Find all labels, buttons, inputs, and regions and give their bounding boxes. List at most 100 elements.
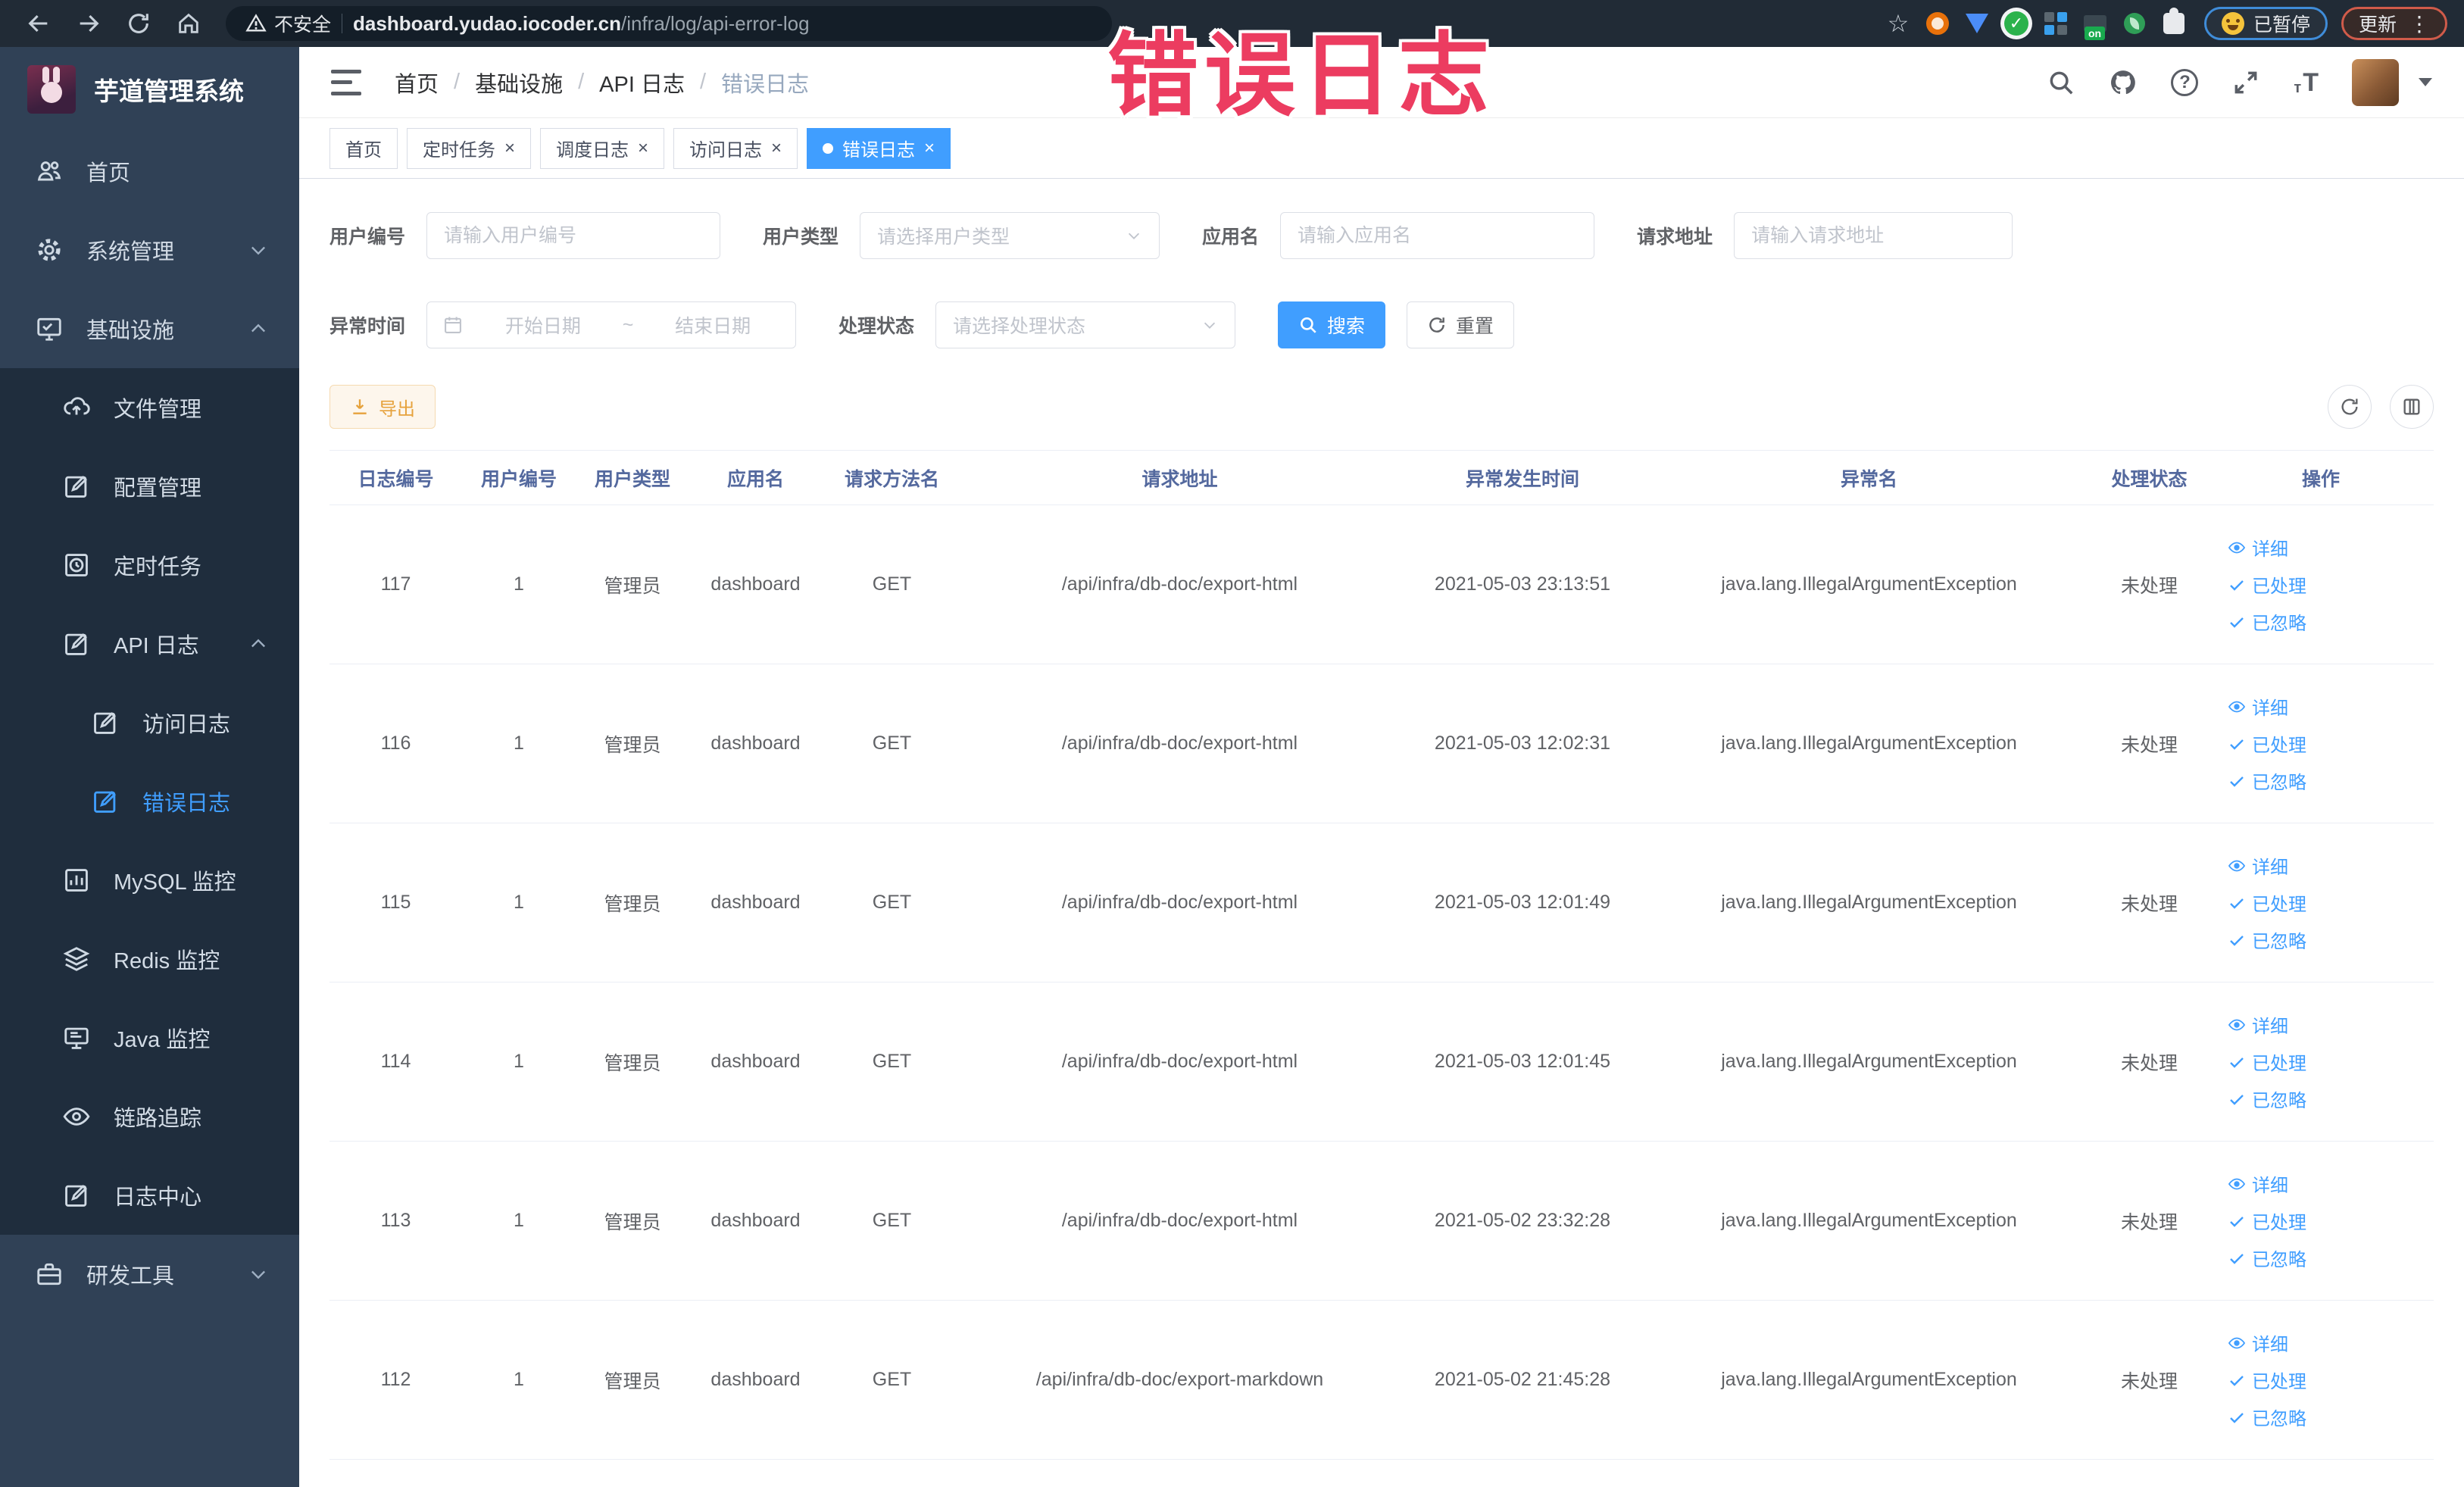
- sidebar-item-dev-tools[interactable]: 研发工具: [0, 1235, 299, 1314]
- sidebar-item-redis-monitor[interactable]: Redis 监控: [0, 920, 299, 998]
- browser-menu-icon[interactable]: ⋮: [2409, 11, 2430, 36]
- table-header-row: 日志编号 用户编号 用户类型 应用名 请求方法名 请求地址 异常发生时间 异常名…: [329, 450, 2434, 505]
- user-id-label: 用户编号: [329, 226, 406, 248]
- user-id-input[interactable]: [426, 212, 721, 259]
- extension-leaf-icon[interactable]: [2118, 7, 2151, 40]
- mark-ignored-link[interactable]: 已忽略: [2228, 608, 2306, 635]
- mark-processed-link[interactable]: 已处理: [2228, 1367, 2306, 1393]
- sidebar-item-log-center[interactable]: 日志中心: [0, 1156, 299, 1235]
- exception-time-range-picker[interactable]: 开始日期 ~ 结束日期: [426, 301, 797, 348]
- breadcrumb-home[interactable]: 首页: [395, 67, 439, 98]
- sidebar-item-file-manage[interactable]: 文件管理: [0, 368, 299, 447]
- extensions-puzzle-icon[interactable]: [2157, 7, 2191, 40]
- sidebar-item-cron-job[interactable]: 定时任务: [0, 526, 299, 604]
- sidebar-item-api-log[interactable]: API 日志: [0, 604, 299, 683]
- detail-link[interactable]: 详细: [2228, 1011, 2288, 1038]
- mark-ignored-link[interactable]: 已忽略: [2228, 1086, 2306, 1112]
- reset-button[interactable]: 重置: [1407, 301, 1515, 348]
- search-button[interactable]: 搜索: [1278, 301, 1386, 348]
- tab-home[interactable]: 首页: [329, 127, 398, 169]
- close-icon[interactable]: ×: [504, 139, 515, 158]
- detail-link[interactable]: 详细: [2228, 1170, 2288, 1197]
- home-icon[interactable]: [167, 5, 211, 42]
- table-row: 115 1 管理员 dashboard GET/api/infra/db-doc/exp…: [329, 823, 2434, 982]
- refresh-table-button[interactable]: [2328, 385, 2372, 429]
- status-badge: 未处理: [2091, 982, 2208, 1142]
- tab-error-log[interactable]: 错误日志 ×: [807, 127, 951, 169]
- layers-icon: [62, 945, 91, 973]
- detail-link[interactable]: 详细: [2228, 534, 2288, 561]
- chevron-down-icon: [248, 239, 269, 261]
- address-bar[interactable]: 不安全 dashboard.yudao.iocoder.cn/infra/log…: [226, 6, 1112, 41]
- request-url-input[interactable]: [1734, 212, 2013, 259]
- mark-processed-link[interactable]: 已处理: [2228, 1048, 2306, 1075]
- close-icon[interactable]: ×: [771, 139, 782, 158]
- profile-paused-badge[interactable]: 已暂停: [2203, 7, 2328, 40]
- avatar-caret-icon[interactable]: [2419, 78, 2432, 86]
- sidebar-item-infra[interactable]: 基础设施: [0, 289, 299, 368]
- tab-cron-job[interactable]: 定时任务 ×: [407, 127, 532, 169]
- user-type-select[interactable]: 请选择用户类型: [860, 212, 1160, 259]
- mark-ignored-link[interactable]: 已忽略: [2228, 1404, 2306, 1430]
- detail-link[interactable]: 详细: [2228, 1329, 2288, 1356]
- github-icon[interactable]: [2109, 68, 2138, 97]
- collapse-sidebar-icon[interactable]: [331, 69, 361, 95]
- security-label[interactable]: 不安全: [274, 10, 331, 37]
- detail-link[interactable]: 详细: [2228, 693, 2288, 720]
- mark-ignored-link[interactable]: 已忽略: [2228, 1245, 2306, 1271]
- mark-processed-link[interactable]: 已处理: [2228, 889, 2306, 916]
- tab-access-log[interactable]: 访问日志 ×: [673, 127, 798, 169]
- forward-icon[interactable]: [67, 5, 111, 42]
- search-icon[interactable]: [2047, 68, 2075, 97]
- fullscreen-icon[interactable]: [2231, 68, 2260, 97]
- sidebar-item-config-manage[interactable]: 配置管理: [0, 447, 299, 526]
- gear-icon: [35, 236, 64, 264]
- breadcrumb-api-log[interactable]: API 日志: [599, 67, 685, 98]
- breadcrumb: 首页 / 基础设施 / API 日志 / 错误日志: [395, 67, 809, 98]
- browser-toolbar: 不安全 dashboard.yudao.iocoder.cn/infra/log…: [0, 0, 2464, 47]
- help-icon[interactable]: ?: [2171, 68, 2199, 96]
- filter-row-2: 异常时间 开始日期 ~ 结束日期 处理状态 请选择处理状态 搜索 重置: [329, 301, 2434, 348]
- bookmark-star-icon[interactable]: ☆: [1882, 7, 1915, 40]
- back-icon[interactable]: [17, 5, 61, 42]
- table-row: 114 1 管理员 dashboard GET/api/infra/db-doc/exp…: [329, 982, 2434, 1142]
- mark-processed-link[interactable]: 已处理: [2228, 571, 2306, 598]
- sidebar-item-access-log[interactable]: 访问日志: [0, 683, 299, 762]
- extension-grid-icon[interactable]: [2039, 7, 2072, 40]
- app-name-input[interactable]: [1280, 212, 1595, 259]
- mark-ignored-link[interactable]: 已忽略: [2228, 767, 2306, 794]
- sidebar-item-error-log[interactable]: 错误日志: [0, 762, 299, 841]
- error-log-table: 日志编号 用户编号 用户类型 应用名 请求方法名 请求地址 异常发生时间 异常名…: [329, 450, 2434, 1460]
- extension-switch-icon[interactable]: on: [2078, 7, 2112, 40]
- column-settings-button[interactable]: [2390, 385, 2434, 429]
- breadcrumb-infra[interactable]: 基础设施: [475, 67, 563, 98]
- avatar[interactable]: [2352, 58, 2399, 106]
- screen-icon: [62, 1023, 91, 1052]
- sidebar-item-java-monitor[interactable]: Java 监控: [0, 998, 299, 1077]
- sidebar-item-mysql-monitor[interactable]: MySQL 监控: [0, 841, 299, 920]
- filter-row-1: 用户编号 用户类型 请选择用户类型 应用名 请求地址: [329, 212, 2434, 259]
- mark-processed-link[interactable]: 已处理: [2228, 1207, 2306, 1234]
- detail-link[interactable]: 详细: [2228, 852, 2288, 879]
- reload-icon[interactable]: [117, 5, 161, 42]
- chrome-update-badge[interactable]: 更新 ⋮: [2341, 7, 2447, 40]
- sidebar-item-trace[interactable]: 链路追踪: [0, 1077, 299, 1156]
- extension-orange-icon[interactable]: [1921, 7, 1954, 40]
- tab-schedule-log[interactable]: 调度日志 ×: [540, 127, 665, 169]
- font-size-icon[interactable]: тT: [2294, 70, 2319, 95]
- sidebar-item-system[interactable]: 系统管理: [0, 211, 299, 289]
- mark-ignored-link[interactable]: 已忽略: [2228, 926, 2306, 953]
- start-date-placeholder: 开始日期: [504, 316, 581, 337]
- extension-green-check-icon[interactable]: ✓: [2000, 7, 2033, 40]
- col-exception-time: 异常发生时间: [1398, 450, 1647, 505]
- close-icon[interactable]: ×: [638, 139, 648, 158]
- export-button[interactable]: 导出: [329, 385, 436, 429]
- sidebar-item-home[interactable]: 首页: [0, 132, 299, 211]
- close-icon[interactable]: ×: [924, 139, 935, 158]
- process-status-select[interactable]: 请选择处理状态: [935, 301, 1236, 348]
- timer-icon: [62, 551, 91, 579]
- sidebar-logo[interactable]: 芋道管理系统: [0, 47, 299, 132]
- extension-shield-icon[interactable]: [1960, 7, 1994, 40]
- status-badge: 未处理: [2091, 1300, 2208, 1460]
- mark-processed-link[interactable]: 已处理: [2228, 730, 2306, 757]
